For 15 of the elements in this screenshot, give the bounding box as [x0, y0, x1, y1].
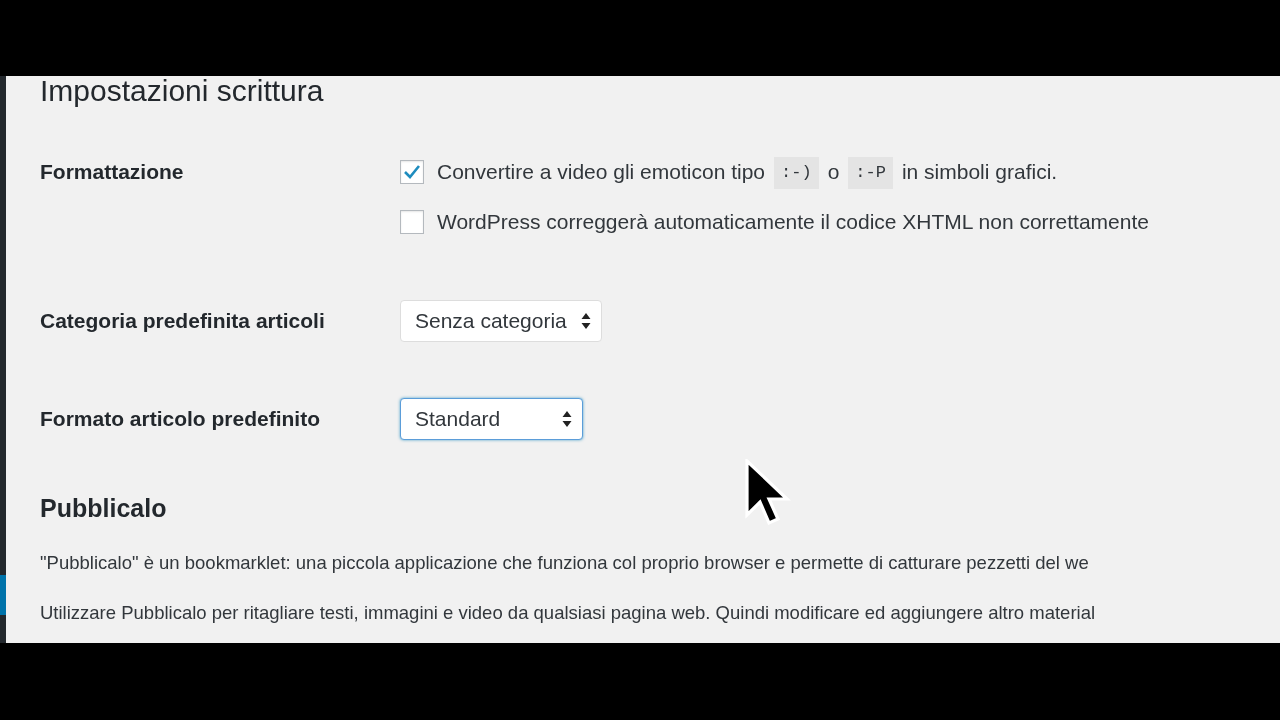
section-heading: Pubblicalo	[40, 493, 168, 523]
checkbox[interactable]	[400, 210, 424, 234]
up-down-arrows-icon	[580, 312, 591, 330]
setting-label: Formato articolo predefinito	[40, 406, 321, 432]
setting-label: Formattazione	[40, 159, 185, 185]
checkbox-label: Convertire a video gli emoticon tipo :-) o :-P in simboli grafici.	[437, 154, 1058, 190]
checkbox-label: WordPress correggerà automaticamente il codice XHTML non correttamente	[437, 209, 1149, 235]
paragraph: Utilizzare Pubblicalo per ritagliare testi, immagini e video da qualsiasi pagina web. Quindi modificare ed aggiungere altro material	[40, 601, 1097, 625]
setting-label: Categoria predefinita articoli	[40, 308, 326, 334]
dropdown[interactable]: Standard	[400, 398, 583, 440]
up-down-arrows-icon	[562, 410, 572, 428]
paragraph: "Pubblicalo" è un bookmarklet: una piccola applicazione che funziona col proprio browser e permette di catturare pezzetti del we	[40, 551, 1090, 575]
dropdown[interactable]: Senza categoria	[400, 300, 602, 342]
page-title: Impostazioni scrittura	[40, 76, 325, 106]
checkbox[interactable]	[400, 160, 424, 184]
